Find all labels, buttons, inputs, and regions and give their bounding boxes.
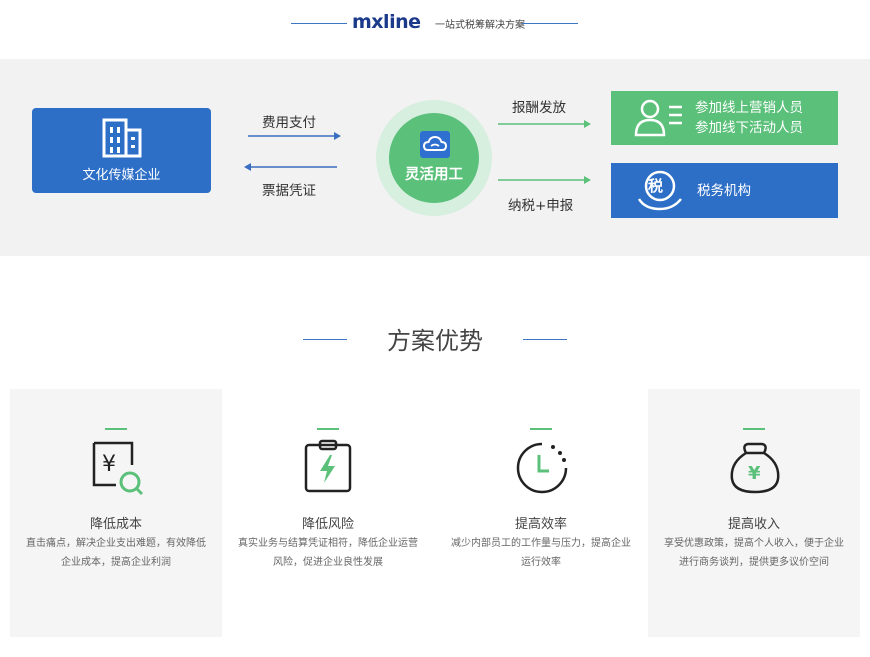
arrow-right-green-top-icon: [498, 120, 591, 128]
arrow-left-icon: [244, 163, 337, 171]
card-desc: 真实业务与结算凭证相符，降低企业运营风险，促进企业良性发展: [238, 538, 418, 568]
card-accent: [317, 428, 339, 430]
advantage-card-cost: ¥ 降低成本 直击痛点，解决企业支出难题，有效降低企业成本，提高企业利润: [10, 389, 222, 637]
participants-offline: 参加线下活动人员: [695, 120, 803, 136]
platform-label: 灵活用工: [405, 167, 463, 183]
card-accent: [743, 428, 765, 430]
slogan: 一站式税筹解决方案: [435, 20, 525, 31]
card-title: 降低风险: [301, 517, 354, 532]
person-list-icon: [634, 99, 682, 137]
card-title: 提高收入: [727, 517, 780, 532]
arrow-right-green-bottom-icon: [498, 176, 591, 184]
card-title: 降低成本: [89, 517, 142, 532]
tax-declare-label: 纳税+申报: [508, 198, 574, 214]
invoice-label: 票据凭证: [262, 183, 316, 199]
header-line-left: [291, 23, 347, 24]
cloud-icon: [420, 131, 450, 158]
title-line-right: [523, 339, 567, 340]
svg-text:¥: ¥: [102, 452, 116, 477]
tax-office-box: 税 税务机构: [611, 163, 838, 218]
card-accent: [105, 428, 127, 430]
card-accent: [530, 428, 552, 430]
card-desc: 享受优惠政策，提高个人收入，便于企业进行商务谈判，提供更多议价空间: [664, 538, 844, 568]
card-title: 提高效率: [514, 517, 567, 532]
advantages-title: 方案优势: [387, 327, 483, 355]
clock-icon: [516, 442, 568, 494]
participants-online: 参加线上营销人员: [695, 100, 803, 116]
tax-icon-char: 税: [648, 177, 664, 195]
company-label: 文化传媒企业: [82, 168, 161, 183]
money-bag-icon: ¥: [730, 442, 780, 494]
header-line-right: [522, 23, 578, 24]
advantage-card-income: ¥ 提高收入 享受优惠政策，提高个人收入，便于企业进行商务谈判，提供更多议价空间: [648, 389, 860, 637]
reward-label: 报酬发放: [512, 100, 566, 116]
card-desc: 直击痛点，解决企业支出难题，有效降低企业成本，提高企业利润: [26, 538, 206, 568]
advantage-card-risk: 降低风险 真实业务与结算凭证相符，降低企业运营风险，促进企业良性发展: [222, 389, 434, 637]
pay-label: 费用支付: [262, 115, 316, 131]
building-icon: [102, 118, 142, 158]
tax-office-label: 税务机构: [697, 183, 751, 199]
clipboard-bolt-icon: [304, 439, 352, 493]
card-desc: 减少内部员工的工作量与压力，提高企业运行效率: [451, 538, 631, 568]
participants-box: 参加线上营销人员 参加线下活动人员: [611, 91, 838, 145]
company-box: 文化传媒企业: [32, 108, 211, 193]
arrow-right-icon: [248, 132, 341, 140]
yuan-search-icon: ¥: [92, 441, 144, 496]
advantage-card-efficiency: 提高效率 减少内部员工的工作量与压力，提高企业运行效率: [435, 389, 647, 637]
logo[interactable]: mxline: [352, 11, 421, 33]
svg-text:¥: ¥: [748, 463, 761, 484]
